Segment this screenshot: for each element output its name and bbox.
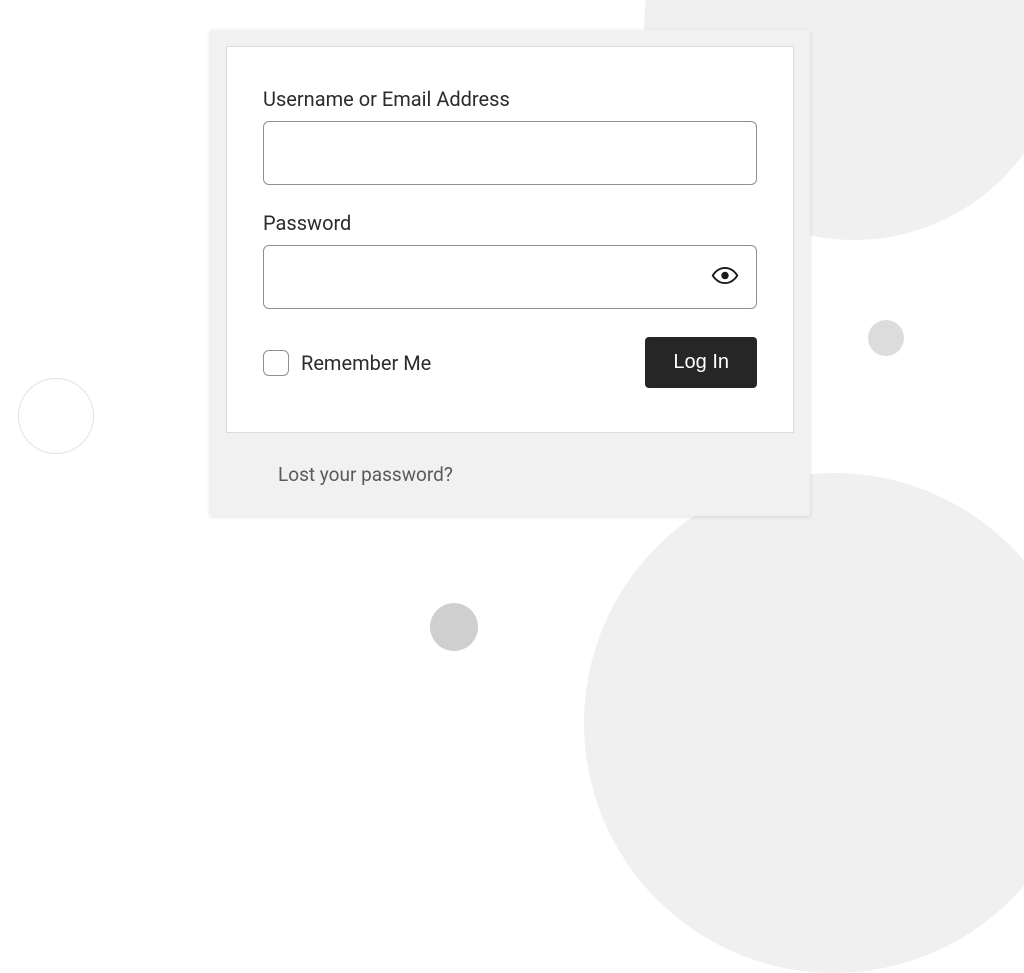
below-card-links: Lost your password? [226, 433, 794, 516]
password-field-group: Password [263, 211, 757, 309]
username-label: Username or Email Address [263, 87, 757, 111]
username-field-group: Username or Email Address [263, 87, 757, 185]
decorative-circle [18, 378, 94, 454]
toggle-password-visibility-button[interactable] [707, 258, 743, 297]
remember-me-group[interactable]: Remember Me [263, 350, 431, 376]
lost-password-link[interactable]: Lost your password? [278, 463, 453, 486]
password-input[interactable] [263, 245, 757, 309]
remember-me-checkbox[interactable] [263, 350, 289, 376]
decorative-circle [584, 473, 1024, 973]
login-button[interactable]: Log In [645, 337, 757, 388]
username-input[interactable] [263, 121, 757, 185]
decorative-circle [868, 320, 904, 356]
eye-icon [711, 262, 739, 293]
password-label: Password [263, 211, 757, 235]
login-container: Username or Email Address Password [210, 30, 810, 516]
form-bottom-row: Remember Me Log In [263, 337, 757, 388]
decorative-circle [430, 603, 478, 651]
password-input-wrapper [263, 245, 757, 309]
login-form: Username or Email Address Password [226, 46, 794, 433]
remember-me-label: Remember Me [301, 351, 431, 375]
